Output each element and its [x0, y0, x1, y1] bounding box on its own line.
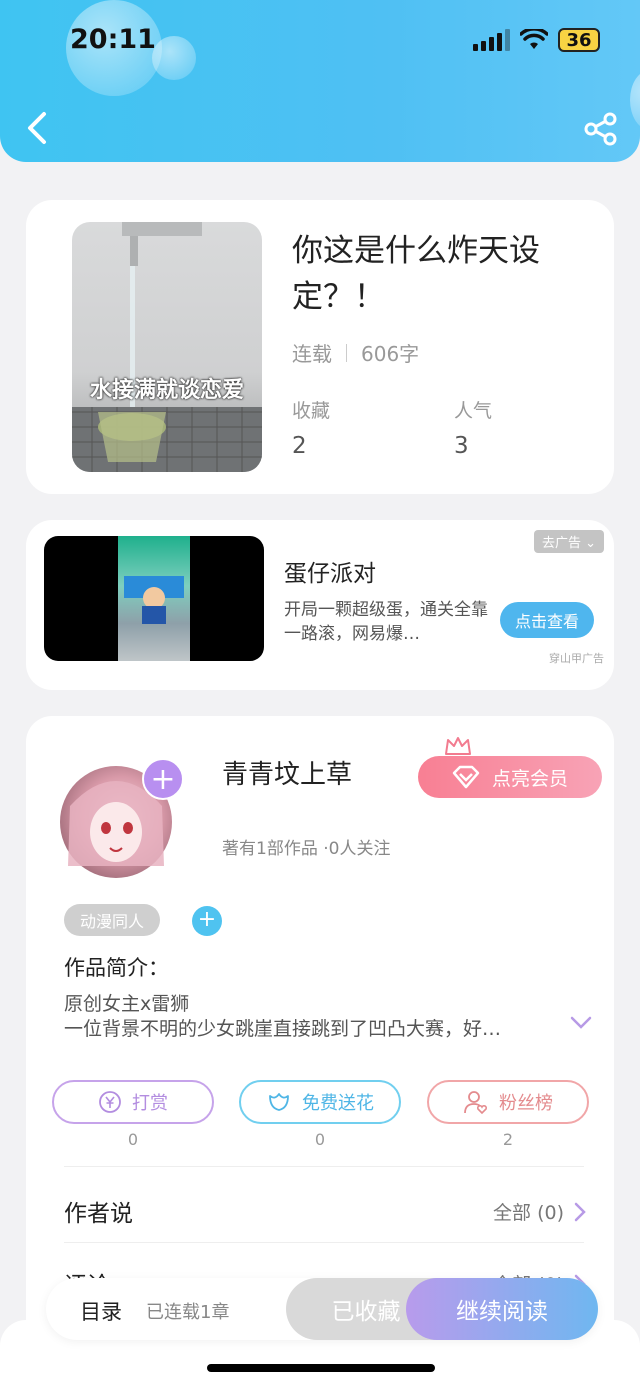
- yuan-coin-icon: [99, 1091, 121, 1113]
- author-meta: 著有1部作品 ·0人关注: [222, 839, 391, 859]
- cover-caption: 水接满就谈恋爱: [89, 378, 244, 403]
- flower-icon: [269, 1093, 289, 1111]
- bottom-action-bar: 目录 已连载1章 已收藏 继续阅读: [46, 1278, 598, 1340]
- diamond-icon: [452, 765, 480, 789]
- collect-label: 收藏: [292, 400, 331, 422]
- author-says-label: 作者说: [64, 1201, 133, 1227]
- intro-text[interactable]: 原创女主x雷狮 一位背景不明的少女跳崖直接跳到了凹凸大赛，好…: [64, 992, 554, 1042]
- ad-video-frame: [118, 536, 190, 661]
- collect-stat: 收藏 2: [292, 396, 330, 459]
- divider: [64, 1166, 584, 1167]
- fan-ranking-button[interactable]: 粉丝榜: [427, 1080, 589, 1124]
- intro-line: 一位背景不明的少女跳崖直接跳到了凹凸大赛，好…: [64, 1018, 502, 1040]
- genre-tag[interactable]: 动漫同人: [64, 904, 161, 936]
- status-icons: 36: [473, 28, 600, 52]
- status-time: 20:11: [70, 24, 156, 55]
- reward-label: 打赏: [132, 1093, 168, 1114]
- chevron-right-icon: [574, 1202, 586, 1221]
- user-heart-icon: [464, 1091, 488, 1115]
- continue-reading-button[interactable]: 继续阅读: [406, 1278, 598, 1340]
- meta-divider: [346, 343, 347, 362]
- book-cover: 水接满就谈恋爱: [72, 222, 262, 472]
- serial-status: 连载: [292, 342, 332, 366]
- collect-value: 2: [292, 433, 307, 459]
- author-says-count: 全部 (0): [493, 1202, 564, 1224]
- ad-source: 穿山甲广告: [549, 652, 604, 665]
- divider: [64, 1242, 584, 1243]
- reward-count: 0: [127, 1130, 139, 1149]
- ad-title: 蛋仔派对: [284, 561, 376, 587]
- remove-ad-button[interactable]: 去广告 ⌄: [533, 530, 604, 553]
- ad-view-button[interactable]: 点击查看: [500, 602, 594, 638]
- popularity-label: 人气: [454, 400, 493, 422]
- decor-bubble: [630, 70, 640, 130]
- send-flower-button[interactable]: 免费送花: [239, 1080, 401, 1124]
- ad-image[interactable]: [44, 536, 264, 661]
- chevron-down-icon: ⌄: [585, 536, 596, 551]
- ad-card[interactable]: 蛋仔派对 开局一颗超级蛋，通关全靠一路滚，网易爆… 去广告 ⌄ 点击查看 穿山甲…: [26, 520, 614, 690]
- fan-ranking-label: 粉丝榜: [499, 1093, 553, 1114]
- book-meta: 连载 606字: [292, 338, 419, 367]
- battery-indicator: 36: [558, 28, 600, 52]
- intro-line: 原创女主x雷狮: [64, 993, 190, 1015]
- home-indicator[interactable]: [207, 1364, 435, 1372]
- vip-button-label: 点亮会员: [491, 767, 568, 790]
- decor-bubble: [152, 36, 196, 80]
- wifi-icon: [520, 29, 548, 49]
- cover-illustration: [72, 222, 262, 472]
- signal-icon: [473, 29, 510, 51]
- author-says-all[interactable]: 全部 (0): [493, 1198, 586, 1225]
- crown-icon: [445, 737, 471, 755]
- flower-count: 0: [314, 1130, 326, 1149]
- follow-button[interactable]: +: [142, 758, 184, 800]
- chevron-down-icon[interactable]: [570, 1016, 592, 1030]
- share-icon[interactable]: [584, 112, 618, 146]
- ad-description: 开局一颗超级蛋，通关全靠一路滚，网易爆…: [284, 600, 488, 644]
- reward-button[interactable]: 打赏: [52, 1080, 214, 1124]
- book-title: 你这是什么炸天设定？！: [292, 233, 540, 315]
- book-info-card: 水接满就谈恋爱 你这是什么炸天设定？！ 连载 606字 收藏 2 人气 3: [26, 200, 614, 494]
- chapter-count: 已连载1章: [146, 1302, 230, 1323]
- fans-count: 2: [502, 1130, 514, 1149]
- remove-ad-label: 去广告: [541, 536, 581, 551]
- popularity-value: 3: [454, 433, 469, 459]
- intro-label: 作品简介：: [64, 956, 169, 980]
- vip-button[interactable]: 点亮会员: [418, 756, 602, 798]
- toc-button[interactable]: 目录: [80, 1296, 122, 1326]
- back-icon[interactable]: [22, 110, 52, 146]
- add-tag-button[interactable]: +: [192, 906, 222, 936]
- header-bar: 20:11 36: [0, 0, 640, 162]
- author-name[interactable]: 青青坟上草: [222, 754, 352, 791]
- word-count: 606字: [361, 342, 420, 366]
- popularity-stat: 人气 3: [454, 396, 492, 459]
- send-flower-label: 免费送花: [302, 1093, 374, 1114]
